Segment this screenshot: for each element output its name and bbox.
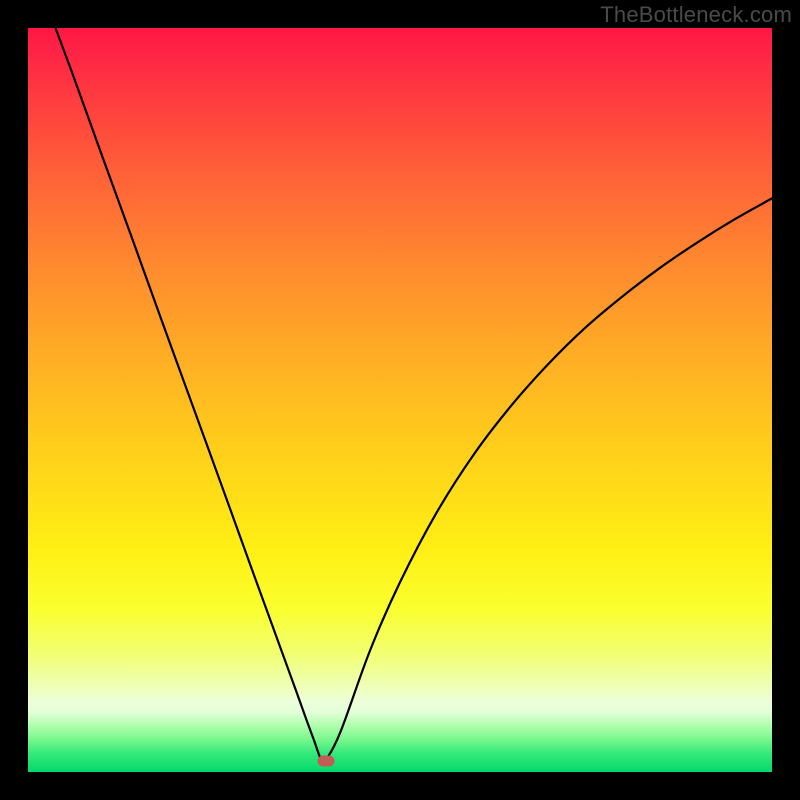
chart-frame: TheBottleneck.com: [0, 0, 800, 800]
minimum-marker: [317, 755, 334, 766]
watermark-text: TheBottleneck.com: [600, 2, 792, 28]
plot-area: [28, 28, 772, 772]
bottleneck-curve: [28, 28, 772, 772]
